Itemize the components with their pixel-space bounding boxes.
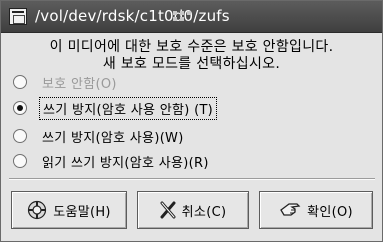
cancel-button-label: 취소(C) (181, 204, 227, 220)
x-icon (160, 201, 176, 219)
separator (9, 178, 375, 180)
titlebar-grip-icon (173, 11, 193, 21)
option-no-protection[interactable]: 보호 안함(O) (13, 71, 120, 93)
title-bar[interactable]: /vol/dev/rdsk/c1t0d0/zufs (1, 1, 382, 33)
radio-no-protection[interactable] (13, 75, 27, 89)
protection-message: 이 미디어에 대한 보호 수준은 보호 안함입니다. 새 보호 모드를 선택하십… (1, 39, 382, 73)
window-title: /vol/dev/rdsk/c1t0d0/zufs (35, 7, 230, 25)
option-read-write-protect-password[interactable]: 읽기 쓰기 방지(암호 사용)(R) (13, 150, 212, 172)
ok-button-label: 확인(O) (307, 204, 353, 220)
lifebuoy-icon (27, 200, 47, 220)
option-write-protect-password-label: 쓰기 방지(암호 사용)(W) (42, 130, 184, 146)
message-line-1: 이 미디어에 대한 보호 수준은 보호 안함입니다. (49, 39, 334, 55)
option-no-protection-label: 보호 안함(O) (42, 76, 117, 92)
dialog-window: /vol/dev/rdsk/c1t0d0/zufs 이 미디어에 대한 보호 수… (0, 0, 383, 242)
option-write-protect-password[interactable]: 쓰기 방지(암호 사용)(W) (13, 125, 187, 147)
option-write-protect-no-password-label: 쓰기 방지(암호 사용 안함) (T) (39, 96, 218, 120)
window-menu-icon[interactable] (9, 8, 27, 25)
radio-write-protect-no-password[interactable] (13, 101, 27, 115)
radio-read-write-protect-password[interactable] (13, 154, 27, 168)
help-button-label: 도움말(H) (53, 204, 111, 220)
help-button[interactable]: 도움말(H) (11, 191, 127, 229)
option-read-write-protect-password-label: 읽기 쓰기 방지(암호 사용)(R) (42, 155, 209, 171)
cancel-button[interactable]: 취소(C) (137, 191, 249, 229)
option-write-protect-no-password[interactable]: 쓰기 방지(암호 사용 안함) (T) (13, 96, 218, 120)
ok-button[interactable]: 확인(O) (259, 191, 373, 229)
radio-write-protect-password[interactable] (13, 129, 27, 143)
hand-icon (279, 201, 301, 219)
